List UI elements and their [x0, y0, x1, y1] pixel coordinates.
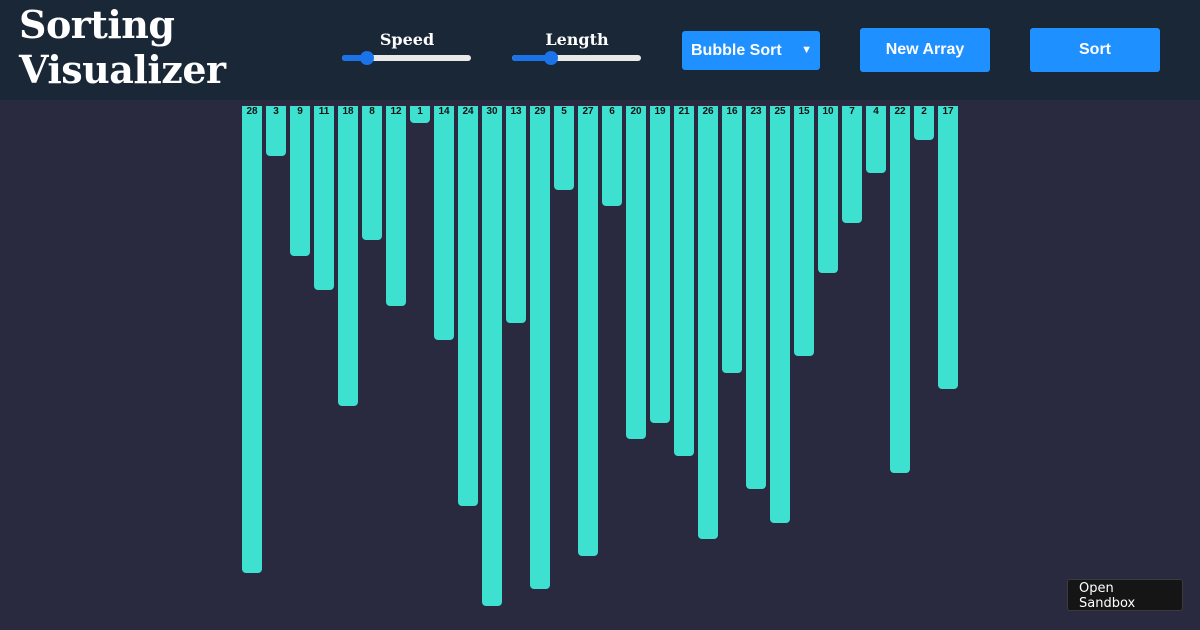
array-bar-value: 6: [609, 106, 615, 117]
array-bar: 1: [410, 106, 430, 123]
array-bar-value: 21: [678, 106, 690, 117]
array-bar: 25: [770, 106, 790, 523]
array-bar: 5: [554, 106, 574, 190]
array-bar-value: 28: [246, 106, 258, 117]
array-bar: 14: [434, 106, 454, 340]
array-bar: 27: [578, 106, 598, 557]
array-bar-value: 10: [822, 106, 834, 117]
array-bar: 15: [794, 106, 814, 357]
speed-slider-thumb[interactable]: [360, 51, 375, 65]
array-bar-value: 26: [702, 106, 714, 117]
array-bar: 26: [698, 106, 718, 540]
array-bar-value: 3: [273, 106, 279, 117]
length-slider-thumb[interactable]: [544, 51, 559, 65]
array-bar: 29: [530, 106, 550, 590]
length-label: Length: [545, 30, 609, 49]
open-sandbox-label-line2: Sandbox: [1079, 596, 1136, 611]
array-bar-value: 30: [486, 106, 498, 117]
length-slider-track[interactable]: [512, 55, 641, 61]
algorithm-select-value: Bubble Sort: [691, 42, 782, 59]
array-bar: 3: [266, 106, 286, 157]
array-bar-value: 5: [561, 106, 567, 117]
array-bar-value: 25: [774, 106, 786, 117]
array-bar-value: 18: [342, 106, 354, 117]
array-bar: 24: [458, 106, 478, 507]
array-bar-value: 19: [654, 106, 666, 117]
array-bar: 20: [626, 106, 646, 440]
array-bar: 19: [650, 106, 670, 423]
array-bar-value: 29: [534, 106, 546, 117]
app-title-line1: Sorting: [19, 2, 175, 47]
array-bar-value: 22: [894, 106, 906, 117]
array-bar-value: 13: [510, 106, 522, 117]
array-bar-value: 4: [873, 106, 879, 117]
new-array-button[interactable]: New Array: [860, 28, 990, 72]
array-bar-value: 2: [921, 106, 927, 117]
array-bar: 9: [290, 106, 310, 257]
array-bar: 30: [482, 106, 502, 606]
array-bar-value: 1: [417, 106, 423, 117]
array-bar-value: 8: [369, 106, 375, 117]
array-bar: 4: [866, 106, 886, 173]
array-bar: 23: [746, 106, 766, 490]
array-bar-value: 16: [726, 106, 738, 117]
array-bar: 28: [242, 106, 262, 573]
array-bar-value: 9: [297, 106, 303, 117]
array-bar-value: 15: [798, 106, 810, 117]
speed-control: Speed: [342, 30, 472, 70]
array-bar: 16: [722, 106, 742, 373]
array-bar-value: 20: [630, 106, 642, 117]
array-bar: 22: [890, 106, 910, 473]
app-title: Sorting Visualizer: [19, 2, 226, 92]
chevron-down-icon: ▼: [801, 44, 812, 56]
array-bar: 18: [338, 106, 358, 407]
sort-button[interactable]: Sort: [1030, 28, 1160, 72]
array-bar-value: 14: [438, 106, 450, 117]
array-bar-value: 7: [849, 106, 855, 117]
array-bar-value: 23: [750, 106, 762, 117]
array-bar-value: 12: [390, 106, 402, 117]
array-bar: 13: [506, 106, 526, 323]
length-control: Length: [512, 30, 642, 70]
array-bar-value: 17: [942, 106, 954, 117]
array-bar: 12: [386, 106, 406, 307]
array-bar: 17: [938, 106, 958, 390]
array-bar: 6: [602, 106, 622, 207]
header-bar: Sorting Visualizer Speed Length Bubble S…: [0, 0, 1200, 100]
array-bar-value: 11: [318, 106, 330, 117]
open-sandbox-label-line1: Open: [1079, 581, 1114, 596]
array-bar-value: 24: [462, 106, 474, 117]
speed-label: Speed: [379, 30, 435, 49]
array-bar: 8: [362, 106, 382, 240]
array-bar-value: 27: [582, 106, 594, 117]
algorithm-select[interactable]: Bubble Sort ▼: [682, 31, 820, 70]
array-bar: 21: [674, 106, 694, 457]
array-bar: 11: [314, 106, 334, 290]
array-bar: 10: [818, 106, 838, 273]
app-title-line2: Visualizer: [19, 47, 226, 92]
array-bar: 7: [842, 106, 862, 223]
open-sandbox-button[interactable]: Open Sandbox: [1067, 579, 1183, 611]
array-bar: 2: [914, 106, 934, 140]
